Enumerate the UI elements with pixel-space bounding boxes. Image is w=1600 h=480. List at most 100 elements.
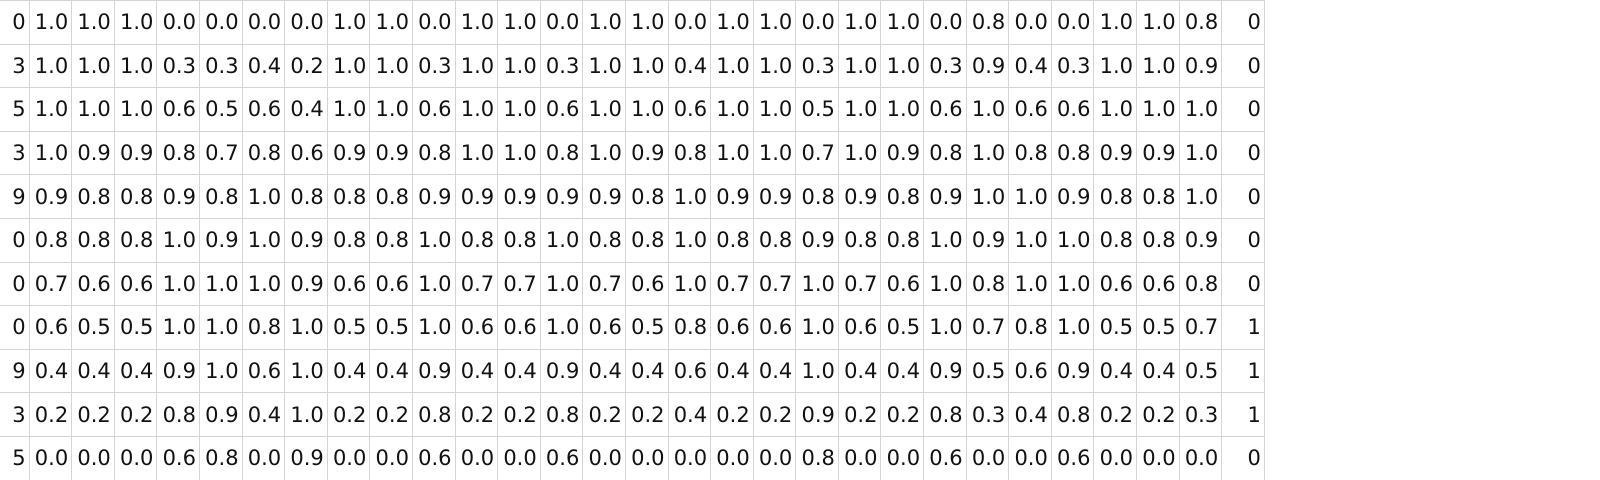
cell[interactable]: 0.8 <box>1178 0 1223 45</box>
cell[interactable]: 1.0 <box>454 43 499 89</box>
cell[interactable]: 0.6 <box>497 305 541 350</box>
cell[interactable]: 0.8 <box>880 217 925 263</box>
cell[interactable]: 1.0 <box>326 43 371 89</box>
cell[interactable]: 0.9 <box>198 217 243 263</box>
cell[interactable]: 0.2 <box>113 392 158 437</box>
cell[interactable]: 0.7 <box>28 261 73 307</box>
cell[interactable]: 1.0 <box>454 87 499 132</box>
cell[interactable]: 1.0 <box>624 87 669 132</box>
cell[interactable]: 1.0 <box>752 0 797 45</box>
cell[interactable]: 1 <box>1221 392 1265 437</box>
cell[interactable]: 1.0 <box>241 174 286 219</box>
cell[interactable]: 0.4 <box>71 348 115 394</box>
cell[interactable]: 0.4 <box>1136 348 1180 394</box>
cell[interactable]: 0.8 <box>284 174 328 219</box>
cell[interactable]: 0.6 <box>241 87 286 132</box>
cell[interactable]: 0.4 <box>837 348 882 394</box>
cell[interactable]: 1.0 <box>1178 87 1223 132</box>
cell[interactable]: 1.0 <box>411 217 456 263</box>
cell[interactable]: 1.0 <box>923 217 967 263</box>
cell[interactable]: 0.6 <box>582 305 626 350</box>
cell[interactable]: 0.8 <box>1093 217 1138 263</box>
cell[interactable]: 0.9 <box>198 392 243 437</box>
cell[interactable]: 0.2 <box>624 392 669 437</box>
cell[interactable]: 1.0 <box>1050 261 1095 307</box>
cell[interactable]: 0.0 <box>795 0 839 45</box>
cell[interactable]: 0.4 <box>113 348 158 394</box>
cell[interactable]: 0.4 <box>582 348 626 394</box>
cell[interactable]: 0.6 <box>156 87 200 132</box>
cell[interactable]: 0 <box>1221 43 1265 89</box>
cell[interactable]: 0.9 <box>710 174 754 219</box>
cell[interactable]: 9 <box>0 348 30 394</box>
cell[interactable]: 1.0 <box>113 0 158 45</box>
cell[interactable]: 1.0 <box>28 43 73 89</box>
cell[interactable]: 0.8 <box>28 217 73 263</box>
cell[interactable]: 0.2 <box>497 392 541 437</box>
cell[interactable]: 0.4 <box>369 348 413 394</box>
cell[interactable]: 0.6 <box>667 348 712 394</box>
cell[interactable]: 0 <box>1221 261 1265 307</box>
cell[interactable]: 1.0 <box>1093 87 1138 132</box>
cell[interactable]: 1.0 <box>752 130 797 176</box>
cell[interactable]: 0.0 <box>1008 435 1052 480</box>
cell[interactable]: 0.4 <box>1008 43 1052 89</box>
cell[interactable]: 1.0 <box>667 261 712 307</box>
cell[interactable]: 0.8 <box>198 174 243 219</box>
cell[interactable]: 1.0 <box>795 348 839 394</box>
cell[interactable]: 0 <box>0 0 30 45</box>
cell[interactable]: 0.3 <box>411 43 456 89</box>
cell[interactable]: 0.5 <box>198 87 243 132</box>
cell[interactable]: 0.8 <box>667 305 712 350</box>
cell[interactable]: 0.8 <box>156 392 200 437</box>
cell[interactable]: 1 <box>1221 305 1265 350</box>
cell[interactable]: 0.3 <box>198 43 243 89</box>
cell[interactable]: 0.9 <box>411 174 456 219</box>
cell[interactable]: 1.0 <box>710 0 754 45</box>
cell[interactable]: 9 <box>0 174 30 219</box>
cell[interactable]: 0.9 <box>923 348 967 394</box>
cell[interactable]: 1.0 <box>71 0 115 45</box>
cell[interactable]: 1.0 <box>1136 0 1180 45</box>
cell[interactable]: 0.8 <box>1008 305 1052 350</box>
cell[interactable]: 0.8 <box>113 217 158 263</box>
cell[interactable]: 0.3 <box>539 43 584 89</box>
cell[interactable]: 0.2 <box>28 392 73 437</box>
cell[interactable]: 0.9 <box>795 217 839 263</box>
cell[interactable]: 1.0 <box>1008 261 1052 307</box>
cell[interactable]: 0.0 <box>710 435 754 480</box>
cell[interactable]: 0.9 <box>454 174 499 219</box>
cell[interactable]: 0.9 <box>156 174 200 219</box>
cell[interactable]: 0.9 <box>880 130 925 176</box>
cell[interactable]: 0 <box>1221 87 1265 132</box>
cell[interactable]: 1.0 <box>198 348 243 394</box>
cell[interactable]: 1.0 <box>1050 305 1095 350</box>
cell[interactable]: 0.8 <box>411 130 456 176</box>
cell[interactable]: 0.2 <box>284 43 328 89</box>
cell[interactable]: 0.8 <box>198 435 243 480</box>
cell[interactable]: 5 <box>0 87 30 132</box>
cell[interactable]: 0.5 <box>965 348 1010 394</box>
cell[interactable]: 1.0 <box>1178 130 1223 176</box>
cell[interactable]: 3 <box>0 43 30 89</box>
cell[interactable]: 1.0 <box>582 87 626 132</box>
cell[interactable]: 1.0 <box>795 305 839 350</box>
cell[interactable]: 1.0 <box>454 0 499 45</box>
cell[interactable]: 1.0 <box>113 43 158 89</box>
cell[interactable]: 0 <box>1221 217 1265 263</box>
cell[interactable]: 0.8 <box>880 174 925 219</box>
cell[interactable]: 1.0 <box>1136 87 1180 132</box>
cell[interactable]: 0.0 <box>241 0 286 45</box>
cell[interactable]: 0.6 <box>1008 87 1052 132</box>
cell[interactable]: 0 <box>1221 130 1265 176</box>
cell[interactable]: 1.0 <box>710 43 754 89</box>
cell[interactable]: 1.0 <box>752 43 797 89</box>
cell[interactable]: 0.6 <box>284 130 328 176</box>
cell[interactable]: 0.0 <box>198 0 243 45</box>
cell[interactable]: 0.6 <box>369 261 413 307</box>
cell[interactable]: 0.8 <box>326 217 371 263</box>
cell[interactable]: 0.6 <box>752 305 797 350</box>
cell[interactable]: 0.7 <box>454 261 499 307</box>
cell[interactable]: 0 <box>0 261 30 307</box>
cell[interactable]: 0.0 <box>454 435 499 480</box>
